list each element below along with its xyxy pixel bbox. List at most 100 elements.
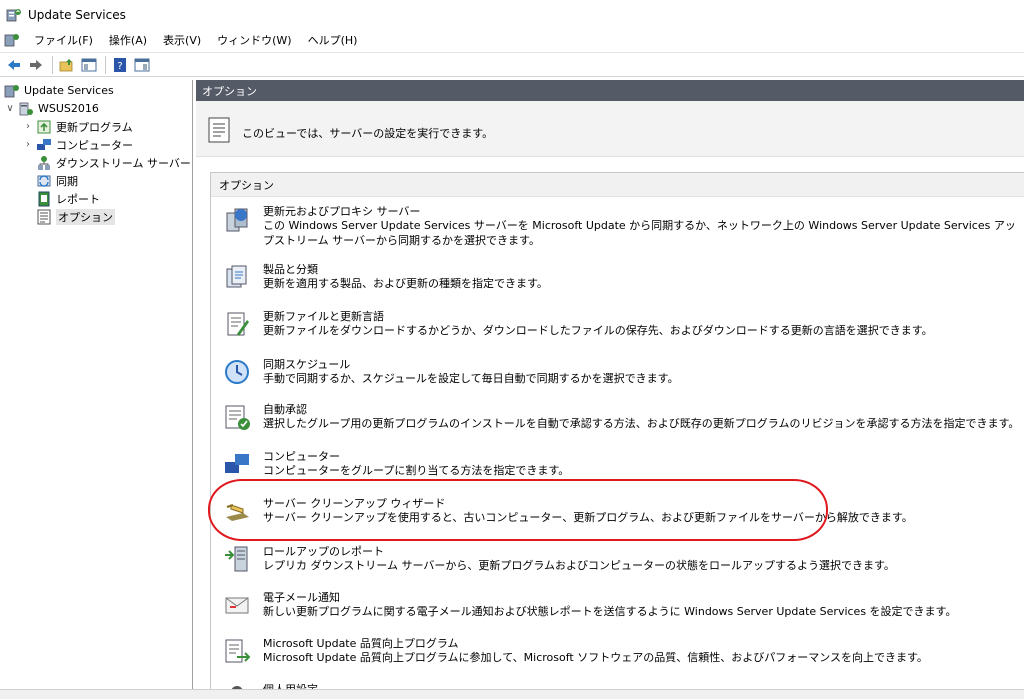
tree-item-options[interactable]: オプション (34, 208, 115, 225)
action-pane-button[interactable] (132, 55, 152, 75)
option-computers[interactable]: コンピューター コンピューターをグループに割り当てる方法を指定できます。 (211, 448, 1024, 482)
option-email-notifications[interactable]: 電子メール通知 新しい更新プログラムに関する電子メール通知および状態レポートを送… (211, 589, 1024, 623)
update-files-icon (227, 312, 249, 336)
chevron-right-icon[interactable]: › (22, 139, 34, 151)
option-server-cleanup-wizard[interactable]: サーバー クリーンアップ ウィザード サーバー クリーンアップを使用すると、古い… (211, 495, 1024, 529)
tree-label: WSUS2016 (38, 102, 99, 115)
option-title[interactable]: 電子メール通知 (263, 589, 340, 605)
tree-item-reports[interactable]: レポート (34, 190, 100, 207)
proxy-server-icon (226, 208, 248, 232)
option-sync-schedule[interactable]: 同期スケジュール 手動で同期するか、スケジュールを設定して毎日自動で同期するかを… (211, 356, 1024, 390)
update-services-icon (6, 9, 21, 22)
up-folder-button[interactable] (57, 55, 77, 75)
option-title[interactable]: サーバー クリーンアップ ウィザード (263, 495, 445, 511)
menu-view[interactable]: 表示(V) (155, 32, 209, 48)
tree-item-updates[interactable]: › 更新プログラム (22, 118, 133, 135)
view-description: このビューでは、サーバーの設定を実行できます。 (196, 101, 1024, 157)
options-view: オプション このビューでは、サーバーの設定を実行できます。 オプション 更新元お… (196, 80, 1024, 689)
downstream-icon (38, 155, 50, 170)
computers-icon (37, 138, 51, 150)
back-icon (8, 59, 20, 70)
ceip-icon (225, 639, 251, 663)
option-reporting-rollup[interactable]: ロールアップのレポート レプリカ ダウンストリーム サーバーから、更新プログラム… (211, 543, 1024, 577)
option-title[interactable]: 自動承認 (263, 401, 307, 417)
email-icon (225, 597, 249, 614)
tree-item-root[interactable]: Update Services (2, 82, 114, 99)
console-tree: Update Services ∨ WSUS2016 › 更新プログラム › コ… (0, 80, 193, 689)
option-description: 更新ファイルをダウンロードするかどうか、ダウンロードしたファイルの保存先、および… (263, 324, 933, 337)
toolbar-separator (105, 55, 106, 74)
tree-label: Update Services (24, 84, 114, 97)
forward-icon (30, 59, 42, 70)
report-icon (38, 191, 50, 206)
back-button[interactable] (4, 55, 24, 75)
menu-file[interactable]: ファイル(F) (26, 32, 101, 48)
option-description: 更新を適用する製品、および更新の種類を指定できます。 (263, 277, 548, 290)
tree-item-server[interactable]: ∨ WSUS2016 (4, 100, 99, 117)
tree-label: ダウンストリーム サーバー (56, 156, 191, 170)
list-document-icon (208, 117, 230, 143)
option-auto-approvals[interactable]: 自動承認 選択したグループ用の更新プログラムのインストールを自動で承認する方法、… (211, 401, 1024, 435)
option-title[interactable]: 製品と分類 (263, 261, 318, 277)
section-title: オプション (211, 173, 1024, 197)
option-title[interactable]: Microsoft Update 品質向上プログラム (263, 635, 459, 651)
up-folder-icon (59, 58, 73, 71)
mmc-icon[interactable] (4, 32, 20, 48)
cleanup-wizard-icon (226, 504, 249, 521)
option-description: サーバー クリーンアップを使用すると、古いコンピューター、更新プログラム、および… (263, 511, 913, 524)
option-description: この Windows Server Update Services サーバーを … (263, 219, 1016, 247)
products-icon (226, 265, 247, 288)
rollup-icon (225, 546, 248, 572)
options-icon (37, 209, 51, 224)
show-hide-tree-button[interactable] (79, 55, 99, 75)
toolbar: ? (0, 52, 1024, 77)
view-header: オプション (196, 80, 1024, 101)
tree-label: 更新プログラム (56, 120, 133, 134)
option-description: コンピューターをグループに割り当てる方法を指定できます。 (263, 464, 570, 477)
help-button[interactable]: ? (110, 55, 130, 75)
option-description: 手動で同期するか、スケジュールを設定して毎日自動で同期するかを選択できます。 (263, 372, 679, 385)
toolbar-separator (52, 55, 53, 74)
status-bar (0, 689, 1024, 699)
window-title: Update Services (28, 8, 126, 22)
sync-icon (37, 174, 51, 187)
menu-help[interactable]: ヘルプ(H) (300, 32, 366, 48)
chevron-right-icon[interactable]: › (22, 121, 34, 133)
option-title[interactable]: ロールアップのレポート (263, 543, 384, 559)
tree-label: コンピューター (56, 138, 133, 152)
options-section: オプション 更新元およびプロキシ サーバー この Windows Server … (210, 172, 1024, 689)
help-icon: ? (114, 57, 126, 72)
option-title[interactable]: コンピューター (263, 448, 340, 464)
description-text: このビューでは、サーバーの設定を実行できます。 (242, 127, 494, 140)
chevron-down-icon[interactable]: ∨ (4, 103, 16, 115)
auto-approval-icon (225, 405, 250, 430)
option-description: 新しい更新プログラムに関する電子メール通知および状態レポートを送信するように W… (263, 605, 957, 618)
tree-item-computers[interactable]: › コンピューター (22, 136, 133, 153)
option-products-classifications[interactable]: 製品と分類 更新を適用する製品、および更新の種類を指定できます。 (211, 261, 1024, 295)
option-description: 選択したグループ用の更新プログラムのインストールを自動で承認する方法、および既存… (263, 417, 1020, 430)
tree-label: レポート (56, 192, 100, 206)
menu-action[interactable]: 操作(A) (101, 32, 155, 48)
option-update-files-languages[interactable]: 更新ファイルと更新言語 更新ファイルをダウンロードするかどうか、ダウンロードした… (211, 308, 1024, 342)
menu-bar: ファイル(F) 操作(A) 表示(V) ウィンドウ(W) ヘルプ(H) (0, 30, 1024, 50)
option-proxy-server[interactable]: 更新元およびプロキシ サーバー この Windows Server Update… (211, 203, 1024, 249)
option-ceip[interactable]: Microsoft Update 品質向上プログラム Microsoft Upd… (211, 635, 1024, 669)
tree-item-downstream-servers[interactable]: ダウンストリーム サーバー (34, 154, 191, 171)
tree-item-sync[interactable]: 同期 (34, 172, 78, 189)
option-personalization[interactable]: 個人用設定 (211, 681, 1024, 689)
title-bar: Update Services (0, 0, 1024, 30)
svg-text:?: ? (117, 61, 122, 72)
option-title[interactable]: 更新ファイルと更新言語 (263, 308, 384, 324)
show-hide-tree-icon (81, 58, 97, 71)
option-title[interactable]: 同期スケジュール (263, 356, 350, 372)
option-title[interactable]: 更新元およびプロキシ サーバー (263, 203, 420, 219)
computers-option-icon (225, 454, 249, 473)
option-title[interactable]: 個人用設定 (263, 681, 318, 689)
forward-button[interactable] (26, 55, 46, 75)
tree-label: オプション (56, 208, 115, 225)
option-description: レプリカ ダウンストリーム サーバーから、更新プログラムおよびコンピューターの状… (263, 559, 895, 572)
updates-icon (37, 120, 51, 133)
action-pane-icon (134, 58, 150, 71)
menu-window[interactable]: ウィンドウ(W) (209, 32, 299, 48)
server-icon (19, 102, 33, 115)
